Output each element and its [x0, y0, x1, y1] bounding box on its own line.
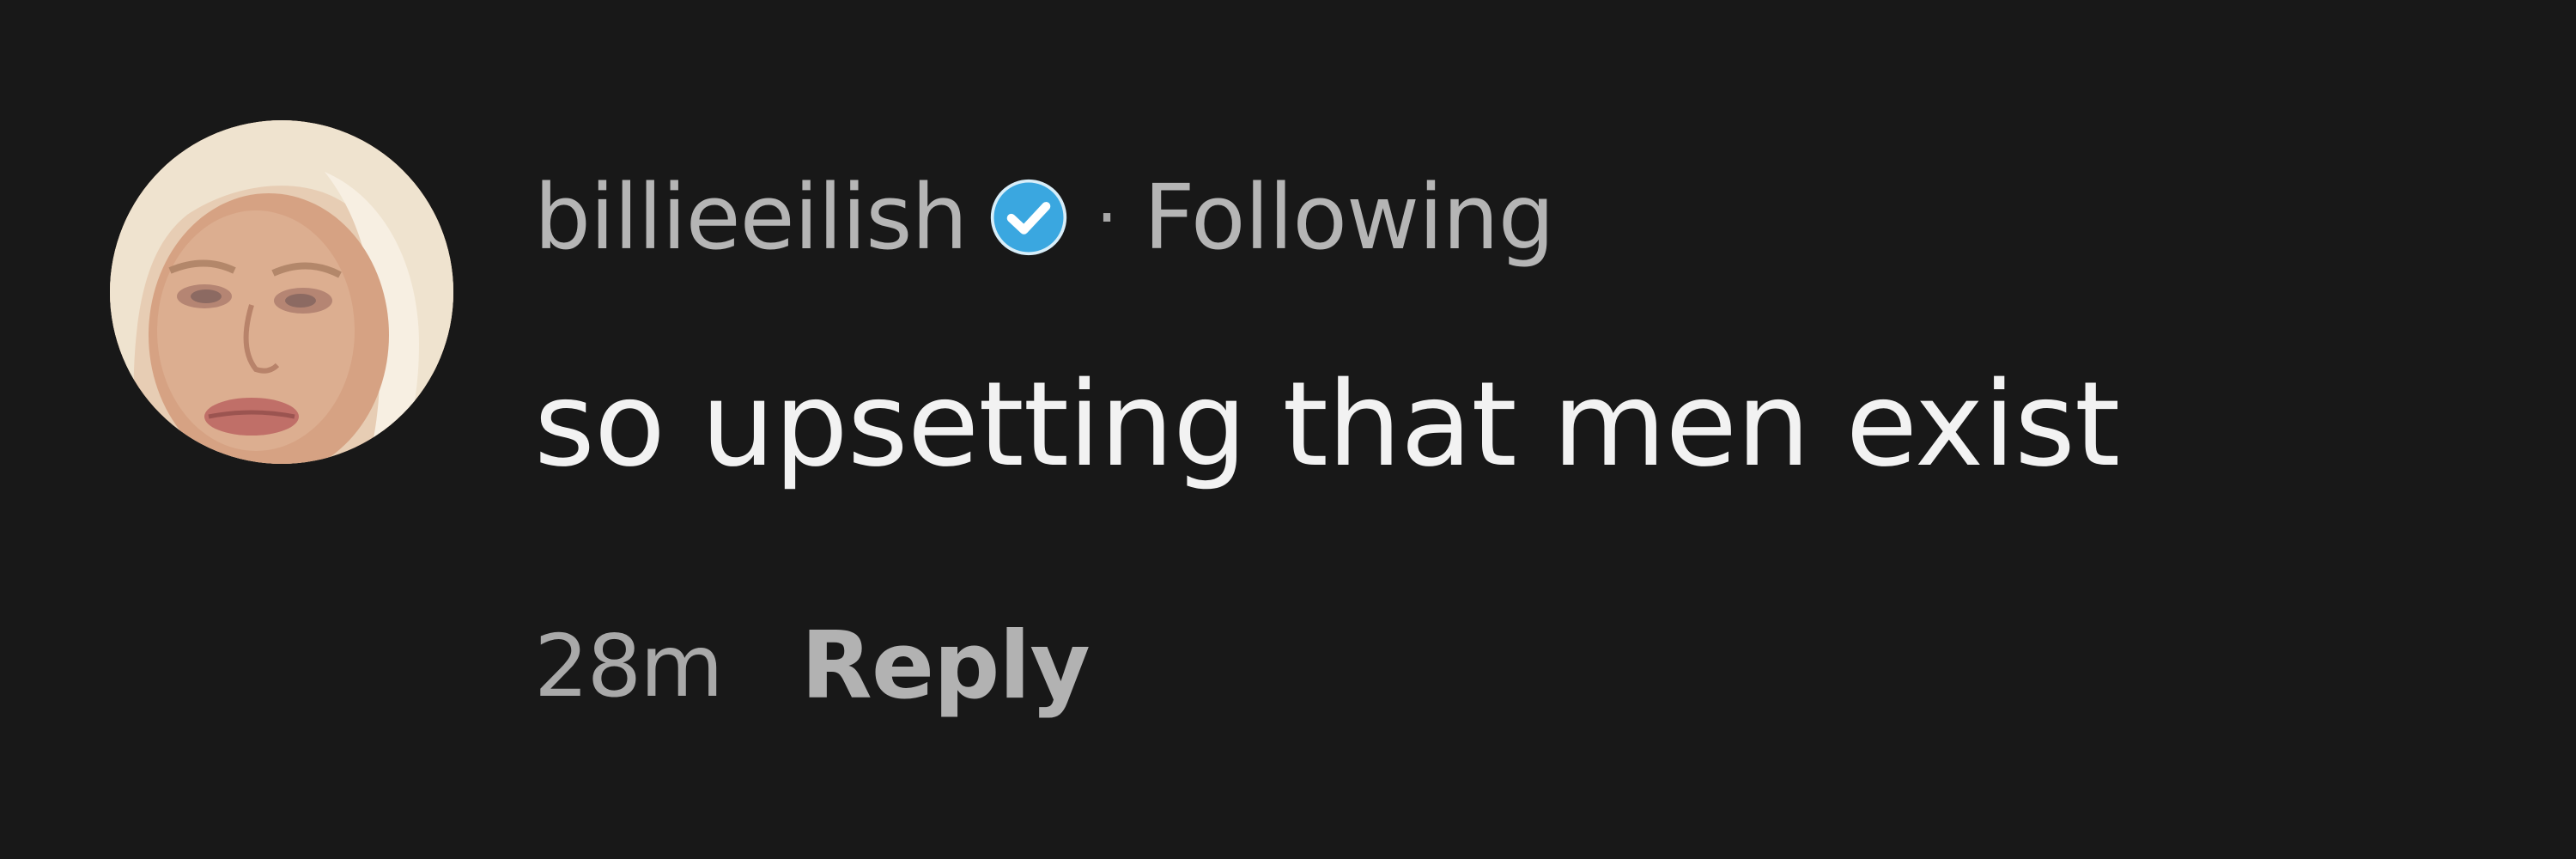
comment-header: billieeilish · Following: [534, 153, 1555, 282]
avatar-image: [110, 120, 453, 464]
comment-meta: 28m Reply: [534, 601, 1091, 730]
comment-text: so upsetting that men exist: [534, 357, 2120, 493]
comment-timestamp: 28m: [534, 615, 724, 716]
following-status[interactable]: Following: [1144, 165, 1555, 270]
avatar[interactable]: [110, 120, 453, 464]
comment-item: billieeilish · Following so upsetting th…: [0, 0, 2576, 859]
reply-button[interactable]: Reply: [801, 612, 1091, 720]
username-link[interactable]: billieeilish: [534, 165, 968, 270]
verified-badge-icon: [989, 178, 1068, 257]
separator-dot: ·: [1096, 177, 1118, 258]
